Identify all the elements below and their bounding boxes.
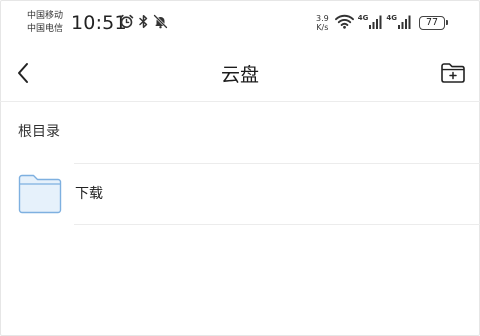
signal-2: 4G xyxy=(386,14,411,33)
signal-1: 4G xyxy=(358,14,383,33)
list-item-folder[interactable]: 下载 xyxy=(0,164,480,224)
new-folder-icon xyxy=(440,62,466,88)
status-bar: 中国移动 中国电信 10:51 3.9 K/s 4G 4G 77 xyxy=(0,0,480,44)
signal-1-tag: 4G xyxy=(357,13,369,22)
speed-unit: K/s xyxy=(316,23,329,32)
carrier-1: 中国移动 xyxy=(27,11,64,21)
alarm-icon xyxy=(119,14,134,33)
bluetooth-icon xyxy=(138,14,149,33)
folder-icon xyxy=(18,174,62,214)
signal-icon xyxy=(397,14,411,33)
carrier-2: 中国电信 xyxy=(27,24,64,34)
breadcrumb[interactable]: 根目录 xyxy=(18,122,60,142)
signal-2-tag: 4G xyxy=(386,13,397,22)
row-divider xyxy=(74,224,480,225)
page-title: 云盘 xyxy=(220,64,259,86)
speed-value: 3.9 xyxy=(316,14,329,23)
new-folder-button[interactable] xyxy=(440,62,466,88)
battery-level: 77 xyxy=(425,17,439,28)
app-header: 云盘 xyxy=(0,50,480,100)
header-divider xyxy=(0,101,480,102)
mute-icon xyxy=(153,14,168,33)
network-speed: 3.9 K/s xyxy=(316,14,329,32)
status-icons-right: 3.9 K/s 4G 4G 77 xyxy=(316,12,448,34)
signal-icon xyxy=(369,14,382,33)
battery-icon: 77 xyxy=(418,16,448,30)
status-icons-left xyxy=(119,14,168,32)
wifi-icon xyxy=(334,14,354,33)
file-name: 下载 xyxy=(75,186,103,202)
carrier-info: 中国移动 中国电信 xyxy=(27,10,63,36)
